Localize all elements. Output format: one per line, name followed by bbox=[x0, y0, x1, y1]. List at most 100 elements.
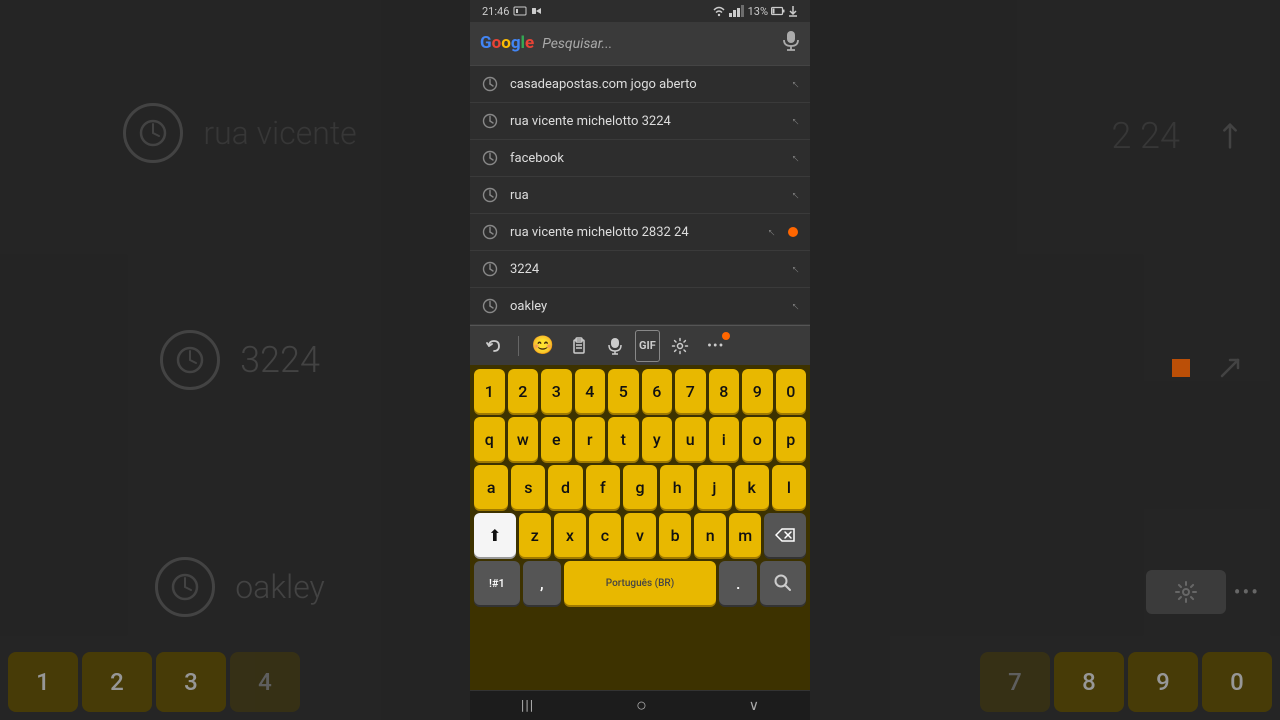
key-row-bottom: !#1 , Português (BR) . bbox=[474, 561, 806, 605]
suggestion-arrow-2: ↑ bbox=[788, 114, 802, 128]
key-0[interactable]: 0 bbox=[776, 369, 807, 413]
suggestion-text-5: rua vicente michelotto 2832 24 bbox=[510, 225, 756, 240]
key-d[interactable]: d bbox=[548, 465, 582, 509]
suggestion-arrow-3: ↑ bbox=[788, 151, 802, 165]
bg-arrow-icon-2 bbox=[1200, 338, 1260, 398]
key-s[interactable]: s bbox=[511, 465, 545, 509]
bg-text-2: 3224 bbox=[240, 339, 320, 381]
toolbar-gif-btn[interactable]: GIF bbox=[635, 330, 660, 362]
toolbar-undo-btn[interactable] bbox=[478, 330, 510, 362]
toolbar-mic-btn[interactable] bbox=[599, 330, 631, 362]
key-backspace[interactable] bbox=[764, 513, 806, 557]
key-shift[interactable]: ⬆ bbox=[474, 513, 516, 557]
nav-back-btn[interactable]: ||| bbox=[521, 698, 534, 714]
key-h[interactable]: h bbox=[660, 465, 694, 509]
suggestion-item-6[interactable]: 3224 ↑ bbox=[470, 251, 810, 288]
nav-recent-btn[interactable]: ∨ bbox=[749, 698, 759, 714]
nav-bar: ||| ○ ∨ bbox=[470, 690, 810, 720]
key-search[interactable] bbox=[760, 561, 806, 605]
key-i[interactable]: i bbox=[709, 417, 740, 461]
key-3[interactable]: 3 bbox=[541, 369, 572, 413]
key-comma[interactable]: , bbox=[523, 561, 561, 605]
key-n[interactable]: n bbox=[694, 513, 726, 557]
status-left: 21:46 bbox=[482, 5, 543, 18]
key-j[interactable]: j bbox=[697, 465, 731, 509]
suggestion-item-1[interactable]: casadeapostas.com jogo aberto ↑ bbox=[470, 66, 810, 103]
key-g[interactable]: g bbox=[623, 465, 657, 509]
key-k[interactable]: k bbox=[735, 465, 769, 509]
search-input[interactable]: Pesquisar... bbox=[542, 36, 774, 52]
suggestion-arrow-7: ↑ bbox=[788, 299, 802, 313]
keyboard: 1 2 3 4 5 6 7 8 9 0 q w e r t y u i o p … bbox=[470, 365, 810, 690]
bg-dots: ••• bbox=[1234, 580, 1260, 604]
phone-frame: 21:46 13% bbox=[470, 0, 810, 720]
key-symbol[interactable]: !#1 bbox=[474, 561, 520, 605]
toolbar-more-btn[interactable]: ••• bbox=[700, 330, 732, 362]
suggestion-arrow-5: ↑ bbox=[764, 225, 778, 239]
status-wifi-icon bbox=[712, 5, 726, 17]
key-4[interactable]: 4 bbox=[575, 369, 606, 413]
status-battery-icon bbox=[771, 6, 785, 16]
key-c[interactable]: c bbox=[589, 513, 621, 557]
suggestion-text-6: 3224 bbox=[510, 262, 780, 277]
mic-icon[interactable] bbox=[782, 30, 800, 57]
suggestion-item-4[interactable]: rua ↑ bbox=[470, 177, 810, 214]
key-t[interactable]: t bbox=[608, 417, 639, 461]
key-period[interactable]: . bbox=[719, 561, 757, 605]
suggestion-item-7[interactable]: oakley ↑ bbox=[470, 288, 810, 325]
bg-num-8: 8 bbox=[1054, 652, 1124, 712]
key-7[interactable]: 7 bbox=[675, 369, 706, 413]
key-b[interactable]: b bbox=[659, 513, 691, 557]
suggestion-arrow-1: ↑ bbox=[788, 77, 802, 91]
toolbar-settings-btn[interactable] bbox=[664, 330, 696, 362]
suggestion-item-5[interactable]: rua vicente michelotto 2832 24 ↑ bbox=[470, 214, 810, 251]
key-z[interactable]: z bbox=[519, 513, 551, 557]
bg-item-1: rua vicente bbox=[123, 103, 356, 163]
key-r[interactable]: r bbox=[575, 417, 606, 461]
toolbar-dot bbox=[722, 332, 730, 340]
bg-num-9: 9 bbox=[1128, 652, 1198, 712]
key-2[interactable]: 2 bbox=[508, 369, 539, 413]
bg-num-4: 4 bbox=[230, 652, 300, 712]
key-q[interactable]: q bbox=[474, 417, 505, 461]
key-6[interactable]: 6 bbox=[642, 369, 673, 413]
key-w[interactable]: w bbox=[508, 417, 539, 461]
key-8[interactable]: 8 bbox=[709, 369, 740, 413]
status-download-icon bbox=[788, 5, 798, 17]
key-9[interactable]: 9 bbox=[742, 369, 773, 413]
toolbar-clipboard-btn[interactable] bbox=[563, 330, 595, 362]
key-u[interactable]: u bbox=[675, 417, 706, 461]
key-m[interactable]: m bbox=[729, 513, 761, 557]
suggestion-text-7: oakley bbox=[510, 299, 780, 314]
suggestion-arrow-4: ↑ bbox=[788, 188, 802, 202]
background-right: 2 24 ••• 7 8 9 bbox=[800, 0, 1280, 720]
bg-item-3: oakley bbox=[155, 557, 325, 617]
key-l[interactable]: l bbox=[772, 465, 806, 509]
status-battery: 13% bbox=[748, 5, 768, 18]
suggestion-text-3: facebook bbox=[510, 151, 780, 166]
key-y[interactable]: y bbox=[642, 417, 673, 461]
key-space[interactable]: Português (BR) bbox=[564, 561, 716, 605]
key-row-qwerty: q w e r t y u i o p bbox=[474, 417, 806, 461]
key-p[interactable]: p bbox=[776, 417, 807, 461]
nav-home-btn[interactable]: ○ bbox=[636, 695, 647, 716]
bg-right-item-1: 2 24 bbox=[820, 106, 1260, 166]
key-o[interactable]: o bbox=[742, 417, 773, 461]
suggestion-item-3[interactable]: facebook ↑ bbox=[470, 140, 810, 177]
bg-num-3: 3 bbox=[156, 652, 226, 712]
search-bar[interactable]: Google Pesquisar... bbox=[470, 22, 810, 66]
status-signal-icon bbox=[729, 5, 745, 17]
key-e[interactable]: e bbox=[541, 417, 572, 461]
suggestion-item-2[interactable]: rua vicente michelotto 3224 ↑ bbox=[470, 103, 810, 140]
keyboard-toolbar: 😊 GIF ••• bbox=[470, 325, 810, 365]
key-1[interactable]: 1 bbox=[474, 369, 505, 413]
key-a[interactable]: a bbox=[474, 465, 508, 509]
bg-text-3: oakley bbox=[235, 568, 325, 606]
bg-num-0: 0 bbox=[1202, 652, 1272, 712]
suggestion-arrow-6: ↑ bbox=[788, 262, 802, 276]
key-5[interactable]: 5 bbox=[608, 369, 639, 413]
key-f[interactable]: f bbox=[586, 465, 620, 509]
toolbar-emoji-btn[interactable]: 😊 bbox=[527, 330, 559, 362]
key-v[interactable]: v bbox=[624, 513, 656, 557]
key-x[interactable]: x bbox=[554, 513, 586, 557]
